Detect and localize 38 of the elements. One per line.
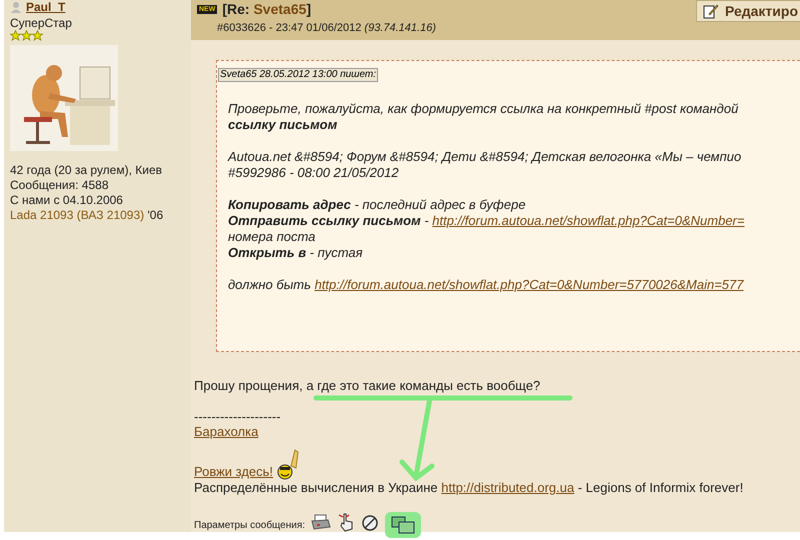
edit-icon bbox=[702, 3, 719, 19]
link[interactable]: Ровжи здесь! bbox=[194, 464, 274, 480]
post-title: [Re: Sveta65] bbox=[222, 0, 312, 19]
link[interactable]: http://forum.autoua.net/showflat.php?Cat=0&Number= bbox=[432, 213, 744, 228]
link[interactable]: Барахолка bbox=[194, 424, 258, 440]
quote-text: Autoua.net &#8594; Форум &#8594; Дети &#8594; Детская велогонка «Мы – чемпио bbox=[228, 149, 742, 165]
link[interactable]: http://forum.autoua.net/showflat.php?Cat=0&Number=5770026&Main=577 bbox=[314, 277, 744, 292]
user-info: 42 года (20 за рулем), Киев bbox=[10, 163, 164, 178]
quote-text: номера поста bbox=[228, 229, 316, 245]
smiley-icon bbox=[277, 448, 302, 480]
quote-text: Открыть в - пустая bbox=[228, 245, 363, 261]
quote-text: Отправить ссылку письмом - http://forum.autoua.net/showflat.php?Cat=0&Number= bbox=[228, 213, 744, 229]
signature-separator: -------------------- bbox=[194, 410, 281, 424]
copy-icon[interactable] bbox=[391, 516, 416, 534]
quote-header: Sveta65 28.05.2012 13:00 пишет: bbox=[218, 68, 378, 82]
blocked-icon[interactable] bbox=[361, 514, 380, 532]
star-icon bbox=[32, 30, 43, 41]
printer-icon[interactable] bbox=[311, 514, 332, 532]
signature-text: Распределённые вычисления в Украине http://distributed.org.ua - Legions of Informix forever! bbox=[194, 480, 744, 496]
edit-button[interactable]: Редактиро bbox=[696, 0, 800, 22]
quote-text: Копировать адрес - последний адрес в буфере bbox=[228, 197, 526, 213]
user-info: С нами с 04.10.2006 bbox=[10, 193, 124, 208]
quote-text: ссылку письмом bbox=[228, 117, 338, 133]
hand-icon[interactable] bbox=[337, 512, 356, 532]
link[interactable]: http://distributed.org.ua bbox=[441, 480, 574, 495]
quote-text: должно быть http://forum.autoua.net/showflat.php?Cat=0&Number=5770026&Main=577 bbox=[228, 277, 744, 293]
footer-label: Параметры сообщения: bbox=[194, 520, 306, 532]
quote-text: Проверьте, пожалуйста, как формируется ссылка на конкретный #post командой bbox=[228, 101, 738, 117]
quote-text: #5992986 - 08:00 21/05/2012 bbox=[228, 165, 399, 181]
username-link[interactable]: Paul_T bbox=[26, 1, 66, 13]
user-car: Lada 21093 (ВАЗ 21093) '06 bbox=[10, 208, 164, 223]
user-info: Сообщения: 4588 bbox=[10, 178, 110, 193]
user-rank: СуперСтар bbox=[10, 16, 73, 30]
post-meta: #6033626 - 23:47 01/06/2012 (93.74.141.16) bbox=[216, 21, 437, 36]
user-icon bbox=[10, 1, 22, 13]
star-icon bbox=[21, 30, 32, 41]
reply-text: Прошу прощения, а где это такие команды есть вообще? bbox=[194, 378, 540, 394]
star-icon bbox=[10, 30, 21, 41]
